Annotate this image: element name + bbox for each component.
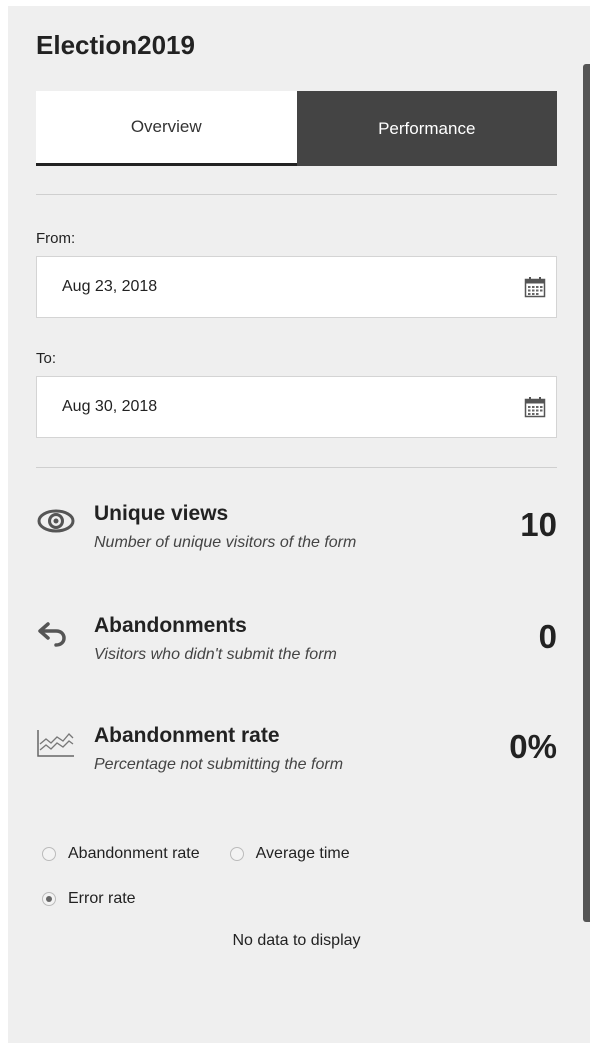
metric-description: Percentage not submitting the form: [94, 756, 344, 773]
metric-value: 0: [538, 618, 557, 655]
metric-abandonment-rate: Abandonment rate Percentage not submitti…: [36, 724, 557, 794]
metric-value: 10: [520, 506, 557, 543]
radio-button[interactable]: [42, 892, 56, 906]
to-date-value: Aug 30, 2018: [62, 398, 158, 415]
to-date-field[interactable]: Aug 30, 2018: [36, 376, 557, 438]
metric-value: 0%: [509, 728, 557, 765]
chart-options-row-1: Abandonment rate Average time: [42, 845, 380, 863]
radio-label: Error rate: [68, 890, 136, 907]
calendar-icon[interactable]: [524, 276, 546, 298]
radio-button[interactable]: [229, 847, 244, 861]
radio-error-rate[interactable]: Error rate: [42, 890, 136, 908]
chart-options-row-2: Error rate: [42, 890, 166, 908]
radio-abandonment-rate[interactable]: Abandonment rate: [42, 845, 200, 863]
from-label: From:: [36, 230, 76, 247]
divider: [36, 194, 557, 195]
form-title: Election2019: [36, 30, 195, 60]
tab-overview[interactable]: Overview: [36, 91, 297, 166]
metric-description: Visitors who didn't submit the form: [94, 646, 337, 663]
from-date-field[interactable]: Aug 23, 2018: [36, 256, 557, 318]
metric-name: Abandonments: [94, 614, 247, 637]
metric-abandonments: Abandonments Visitors who didn't submit …: [36, 614, 557, 684]
scrollbar[interactable]: [583, 64, 590, 922]
radio-label: Abandonment rate: [68, 845, 200, 862]
to-label: To:: [36, 350, 57, 367]
divider: [36, 467, 557, 468]
metric-unique-views: Unique views Number of unique visitors o…: [36, 502, 557, 572]
from-date-value: Aug 23, 2018: [62, 278, 158, 295]
undo-arrow-icon: [38, 622, 66, 647]
radio-label: Average time: [255, 845, 350, 862]
view-tabs: Overview Performance: [36, 91, 557, 166]
empty-chart-message: No data to display: [232, 932, 361, 949]
eye-icon: [37, 509, 75, 533]
radio-button[interactable]: [42, 847, 56, 861]
metric-description: Number of unique visitors of the form: [94, 534, 357, 551]
metric-name: Abandonment rate: [94, 724, 280, 747]
line-chart-icon: [37, 730, 74, 757]
tab-performance[interactable]: Performance: [296, 91, 557, 166]
radio-average-time[interactable]: Average time: [229, 845, 350, 863]
metric-name: Unique views: [94, 502, 229, 525]
calendar-icon[interactable]: [524, 396, 546, 418]
